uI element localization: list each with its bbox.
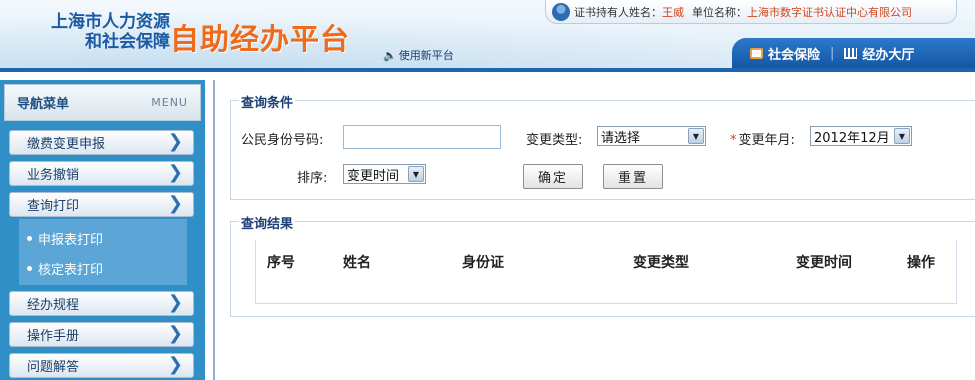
- chevron-down-icon: ▼: [894, 128, 910, 144]
- change-type-label: 变更类型:: [526, 133, 583, 148]
- id-number-input[interactable]: [343, 125, 501, 149]
- reset-button[interactable]: 重置: [603, 164, 663, 189]
- sort-label: 排序:: [297, 171, 328, 186]
- org-name-line2: 和社会保障: [85, 32, 170, 52]
- platform-title: 自助经办平台: [170, 22, 351, 56]
- use-new-platform-link[interactable]: 🔈 使用新平台: [383, 47, 454, 63]
- sidebar-item-business-revoke[interactable]: 业务撤销 ❯: [9, 161, 194, 186]
- chevron-right-icon: ❯: [167, 292, 183, 313]
- bullet-icon: [27, 265, 32, 271]
- sidebar-item-label: 经办规程: [27, 298, 80, 313]
- col-header-index: 序号: [267, 255, 295, 271]
- sidebar-item-label: 缴费变更申报: [27, 137, 106, 152]
- sidebar-item-query-print[interactable]: 查询打印 ❯: [9, 192, 194, 217]
- sidebar-subitem-label: 申报表打印: [38, 232, 104, 248]
- col-header-actions: 操作: [907, 255, 935, 271]
- speaker-icon: 🔈: [383, 48, 397, 62]
- sidebar-item-label: 查询打印: [27, 199, 80, 214]
- change-type-value: 请选择: [601, 130, 641, 146]
- sidebar-item-manual[interactable]: 操作手册 ❯: [9, 322, 194, 347]
- change-month-value: 2012年12月: [814, 130, 890, 146]
- org-name-line1: 上海市人力资源: [51, 12, 170, 32]
- chevron-down-icon: ▼: [408, 166, 424, 182]
- top-tab-bar: 社会保险 | 经办大厅: [732, 38, 975, 68]
- sidebar-subitem-label: 核定表打印: [38, 262, 104, 278]
- org-logo-text: 上海市人力资源 和社会保障: [20, 12, 170, 52]
- holder-name: 王威: [662, 5, 684, 19]
- sort-value: 变更时间: [347, 168, 400, 184]
- sidebar-item-label: 业务撤销: [27, 168, 80, 183]
- chevron-down-icon: ▼: [688, 128, 704, 144]
- sidebar-subitem-declaration-print[interactable]: 申报表打印: [19, 223, 187, 253]
- nav-list: 缴费变更申报 ❯ 业务撤销 ❯ 查询打印 ❯ 申报表打印 核定表打印 经办规程 …: [4, 130, 201, 378]
- nav-menu-label: MENU: [151, 96, 188, 109]
- query-print-submenu: 申报表打印 核定表打印: [19, 219, 187, 285]
- query-results-legend: 查询结果: [239, 213, 296, 232]
- chevron-right-icon: ❯: [167, 193, 183, 214]
- tab-service-hall[interactable]: 经办大厅: [844, 44, 914, 63]
- user-icon: [552, 2, 570, 21]
- query-conditions-panel: 查询条件 公民身份号码: 变更类型: 请选择 ▼ * 变更年月: 2012年12月…: [230, 92, 975, 200]
- bullet-icon: [27, 235, 32, 241]
- id-number-label: 公民身份号码:: [241, 133, 324, 148]
- sidebar-item-faq[interactable]: 问题解答 ❯: [9, 353, 194, 378]
- col-header-change-type: 变更类型: [633, 255, 689, 271]
- new-platform-label: 使用新平台: [398, 49, 454, 62]
- results-table: 序号 姓名 身份证 变更类型 变更时间 操作: [255, 240, 957, 304]
- nav-menu-header: 导航菜单 MENU: [4, 84, 201, 121]
- nav-menu-title: 导航菜单: [17, 97, 70, 112]
- change-month-label-text: 变更年月:: [738, 133, 795, 148]
- tab-service-hall-label: 经办大厅: [862, 47, 915, 63]
- chevron-right-icon: ❯: [167, 162, 183, 183]
- user-info-bar: 证书持有人姓名： 王威 单位名称： 上海市数字证书认证中心有限公司: [545, 0, 957, 24]
- change-type-select[interactable]: 请选择 ▼: [597, 126, 706, 146]
- sidebar-item-label: 操作手册: [27, 329, 80, 344]
- hall-icon: [844, 47, 858, 59]
- sidebar-subitem-approval-print[interactable]: 核定表打印: [19, 253, 187, 283]
- holder-label: 证书持有人姓名：: [574, 5, 662, 19]
- sidebar: 导航菜单 MENU 缴费变更申报 ❯ 业务撤销 ❯ 查询打印 ❯ 申报表打印 核…: [0, 80, 205, 380]
- sort-select[interactable]: 变更时间 ▼: [343, 164, 426, 184]
- confirm-button[interactable]: 确定: [523, 164, 583, 189]
- unit-label: 单位名称：: [692, 5, 747, 19]
- main-content: 查询条件 公民身份号码: 变更类型: 请选择 ▼ * 变更年月: 2012年12月…: [213, 80, 975, 380]
- tab-social-insurance[interactable]: 社会保险: [750, 44, 820, 63]
- unit-name: 上海市数字证书认证中心有限公司: [747, 5, 912, 19]
- top-header: 上海市人力资源 和社会保障 自助经办平台 🔈 使用新平台 证书持有人姓名： 王威…: [0, 0, 975, 68]
- chevron-right-icon: ❯: [167, 131, 183, 152]
- tab-separator: |: [830, 45, 835, 61]
- header-divider: [0, 68, 975, 72]
- change-month-label: * 变更年月:: [730, 129, 795, 148]
- col-header-change-time: 变更时间: [796, 255, 852, 271]
- chevron-right-icon: ❯: [167, 323, 183, 344]
- query-conditions-legend: 查询条件: [239, 92, 296, 111]
- card-icon: [750, 47, 763, 59]
- col-header-id-card: 身份证: [462, 255, 504, 271]
- chevron-right-icon: ❯: [167, 354, 183, 375]
- sidebar-item-payment-change[interactable]: 缴费变更申报 ❯: [9, 130, 194, 155]
- change-month-select[interactable]: 2012年12月 ▼: [810, 126, 912, 146]
- col-header-name: 姓名: [343, 255, 371, 271]
- tab-social-insurance-label: 社会保险: [768, 47, 821, 63]
- required-marker: *: [730, 133, 737, 148]
- sidebar-item-label: 问题解答: [27, 360, 80, 375]
- sidebar-item-procedures[interactable]: 经办规程 ❯: [9, 291, 194, 316]
- query-results-panel: 查询结果 序号 姓名 身份证 变更类型 变更时间 操作: [230, 213, 975, 317]
